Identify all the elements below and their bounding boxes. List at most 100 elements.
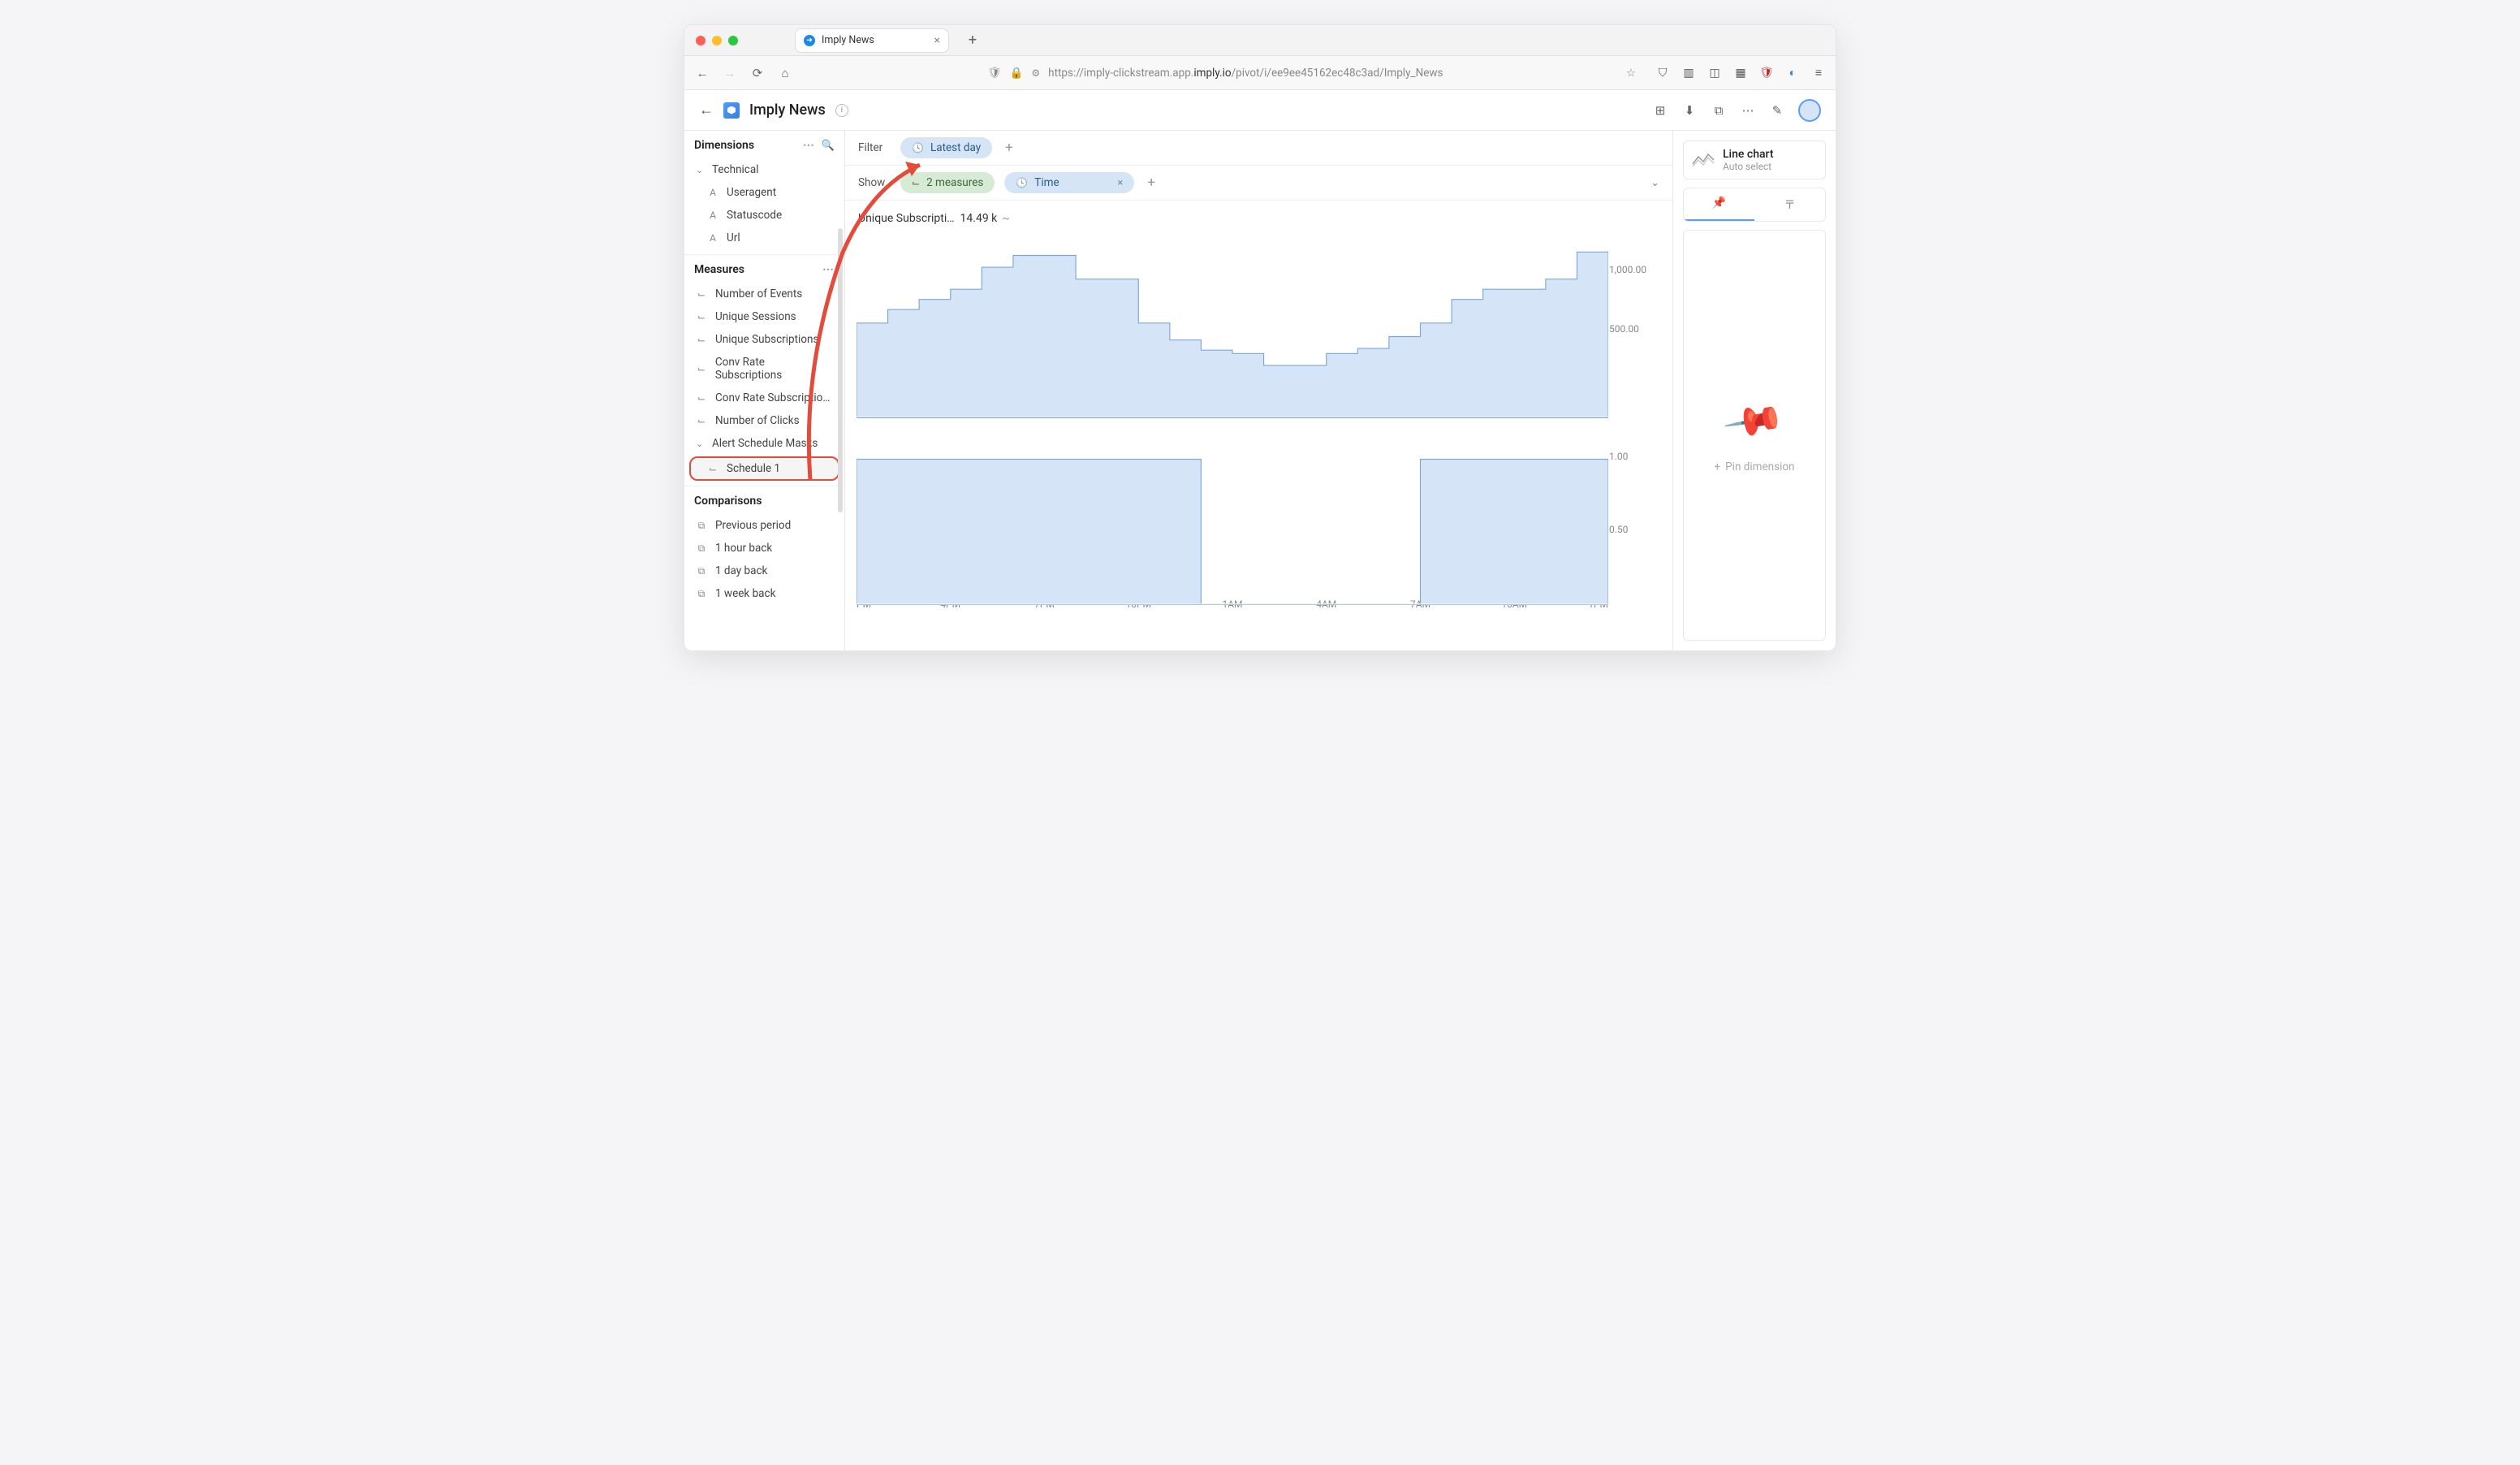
extension-icon[interactable]: ▦ xyxy=(1733,66,1748,80)
comparison-item[interactable]: ⧉ 1 hour back xyxy=(684,537,844,560)
comparison-label: 1 week back xyxy=(715,587,775,600)
measure-icon: ⌙ xyxy=(696,415,707,426)
measures-more-icon[interactable]: ⋯ xyxy=(822,263,835,276)
show-pill-label: 2 measures xyxy=(926,176,983,189)
pocket-icon[interactable]: ⛉ xyxy=(1655,66,1670,80)
filter-label: Filter xyxy=(858,141,891,154)
sidebar-scrollbar[interactable] xyxy=(838,228,843,512)
measure-item[interactable]: ⌙Conv Rate Subscriptions xyxy=(684,351,844,387)
user-avatar[interactable] xyxy=(1798,99,1821,122)
chevron-down-icon: ⌄ xyxy=(696,165,704,175)
large-pin-icon: 📌 xyxy=(1721,388,1788,454)
comparison-item[interactable]: ⧉ 1 week back xyxy=(684,582,844,605)
nav-back-icon[interactable]: ← xyxy=(694,66,710,80)
maximize-window-icon[interactable] xyxy=(728,36,738,45)
extension2-icon[interactable]: ◐ xyxy=(1785,66,1800,80)
chevron-down-icon: ⌄ xyxy=(696,439,704,449)
pin-drop-area[interactable]: 📌 + Pin dimension xyxy=(1683,230,1826,641)
app-body: Dimensions ⋯ 🔍 ⌄ Technical AUseragent AS… xyxy=(684,131,1836,650)
edit-icon[interactable]: ✎ xyxy=(1769,102,1785,119)
reload-icon[interactable]: ⟳ xyxy=(749,66,766,80)
clock-icon: 🕓 xyxy=(912,142,924,153)
pin-tabs: 📌 〒 xyxy=(1683,188,1826,222)
center-panel: Filter 🕓 Latest day + Show ⌙ 2 measures … xyxy=(845,131,1673,650)
text-dim-icon: A xyxy=(707,232,718,244)
chart1-y-axis: 1,000.00 500.00 xyxy=(1609,230,1658,400)
app-menu-icon[interactable]: ≡ xyxy=(1811,66,1826,80)
filter-pill-time[interactable]: 🕓 Latest day xyxy=(900,137,992,158)
measure-icon: ⌙ xyxy=(696,392,707,404)
browser-window: ➜ Imply News × + ← → ⟳ ⌂ 🛡 🔒 ⚙ https://i… xyxy=(684,24,1836,651)
comparisons-header: Comparisons xyxy=(684,486,844,514)
nav-forward-icon[interactable]: → xyxy=(722,66,738,80)
measure-label: Conv Rate Subscriptions xyxy=(715,356,833,382)
settings-icon[interactable]: ⚙ xyxy=(1031,67,1040,79)
group-alert-masks[interactable]: ⌄ Alert Schedule Masks xyxy=(684,432,844,455)
dim-url[interactable]: AUrl xyxy=(684,227,844,249)
download-icon[interactable]: ⬇ xyxy=(1681,102,1698,119)
minimize-window-icon[interactable] xyxy=(712,36,722,45)
dimensions-search-icon[interactable]: 🔍 xyxy=(822,140,835,152)
comparison-item[interactable]: ⧉Previous period xyxy=(684,514,844,537)
measure-item[interactable]: ⌙Number of Events xyxy=(684,283,844,305)
dim-label: Useragent xyxy=(727,186,776,199)
new-tab-button[interactable]: + xyxy=(964,32,982,49)
measure-item[interactable]: ⌙Unique Sessions xyxy=(684,305,844,328)
alerts-icon[interactable]: ⧉ xyxy=(1711,102,1727,119)
text-dim-icon: A xyxy=(707,187,718,198)
app-back-icon[interactable]: ← xyxy=(699,102,714,119)
sidebar-icon[interactable]: ◫ xyxy=(1707,66,1722,80)
chart2-plot[interactable] xyxy=(857,426,1608,589)
measure-item[interactable]: ⌙Number of Clicks xyxy=(684,409,844,432)
comparison-label: Previous period xyxy=(715,519,791,532)
approx-icon: ~ xyxy=(1002,212,1010,225)
add-split-button[interactable]: + xyxy=(1144,175,1159,191)
home-icon[interactable]: ⌂ xyxy=(777,66,793,80)
tab-title: Imply News xyxy=(822,34,874,46)
comparison-item[interactable]: ⧉1 day back xyxy=(684,560,844,582)
show-pill-measures[interactable]: ⌙ 2 measures xyxy=(900,172,995,193)
tab-compare[interactable]: 〒 xyxy=(1754,188,1825,221)
dimensions-header-label: Dimensions xyxy=(694,139,754,152)
remove-split-icon[interactable]: × xyxy=(1117,177,1123,189)
tab-close-icon[interactable]: × xyxy=(934,34,940,47)
split-pill-time[interactable]: 🕓 Time × xyxy=(1004,172,1134,193)
shield-icon[interactable]: 🛡 xyxy=(987,67,1001,80)
show-bar: Show ⌙ 2 measures 🕓 Time × + ⌄ xyxy=(845,166,1672,201)
measure-schedule-1[interactable]: ⌙ Schedule 1 xyxy=(689,456,839,481)
measure-item[interactable]: ⌙Conv Rate Subscriptio… xyxy=(684,387,844,409)
pin-icon: 📌 xyxy=(1712,197,1726,210)
chart1-plot[interactable] xyxy=(857,230,1608,400)
lock-icon[interactable]: 🔒 xyxy=(1010,67,1024,80)
comparison-icon: ⧉ xyxy=(696,542,707,555)
url-bar[interactable]: 🛡 🔒 ⚙ https://imply-clickstream.app.impl… xyxy=(805,61,1644,85)
chart1-title: Unique Subscripti… 14.49 k~ xyxy=(857,209,1661,230)
ublock-icon[interactable]: 🛡 xyxy=(1759,66,1774,80)
visualization-selector[interactable]: Line chart Auto select xyxy=(1683,140,1826,179)
group-technical[interactable]: ⌄ Technical xyxy=(684,158,844,181)
add-panel-icon[interactable]: ⊞ xyxy=(1652,102,1668,119)
measure-icon: ⌙ xyxy=(912,177,920,188)
tab-favicon-icon: ➜ xyxy=(804,35,815,46)
add-filter-button[interactable]: + xyxy=(1002,140,1016,156)
dim-statuscode[interactable]: AStatuscode xyxy=(684,204,844,227)
technical-group-label: Technical xyxy=(712,163,759,176)
measure-icon: ⌙ xyxy=(696,288,707,300)
clock-icon: 🕓 xyxy=(1016,177,1028,188)
browser-titlebar: ➜ Imply News × + xyxy=(684,25,1836,56)
measure-item[interactable]: ⌙Unique Subscriptions xyxy=(684,328,844,351)
close-window-icon[interactable] xyxy=(696,36,706,45)
info-icon[interactable]: i xyxy=(835,104,848,117)
more-icon[interactable]: ⋯ xyxy=(1740,102,1756,119)
right-panel: Line chart Auto select 📌 〒 📌 + Pin dimen… xyxy=(1673,131,1836,650)
comparison-label: 1 hour back xyxy=(715,542,772,555)
tab-pin[interactable]: 📌 xyxy=(1684,188,1754,221)
browser-tab[interactable]: ➜ Imply News × xyxy=(795,28,949,53)
dimensions-more-icon[interactable]: ⋯ xyxy=(803,139,815,152)
expand-show-icon[interactable]: ⌄ xyxy=(1651,177,1659,189)
dim-useragent[interactable]: A Useragent xyxy=(684,181,844,204)
library-icon[interactable]: ▥ xyxy=(1681,66,1696,80)
bookmark-star-icon[interactable]: ☆ xyxy=(1626,67,1636,80)
filter-pill-label: Latest day xyxy=(930,141,981,154)
comparison-icon: ⧉ xyxy=(696,588,707,600)
